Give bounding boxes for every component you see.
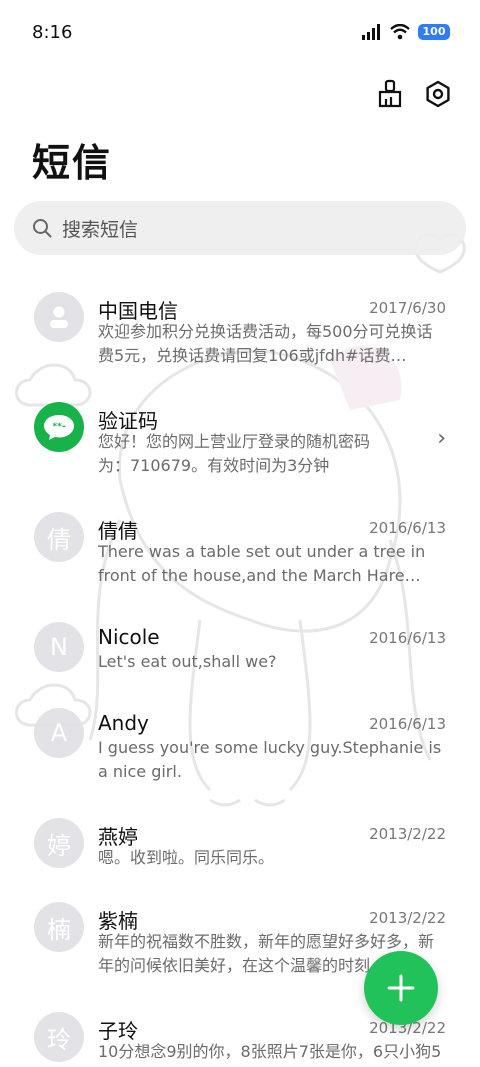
conversation-row[interactable]: A Andy 2016/6/13 I guess you're some luc…: [0, 698, 480, 798]
message-preview: 欢迎参加积分兑换话费活动，每500分可兑换话费5元，兑换话费请回复106或jfd…: [98, 322, 433, 365]
signal-icon: [362, 24, 380, 40]
message-date: 2013/2/22: [369, 825, 446, 843]
search-bar[interactable]: 搜索短信: [14, 201, 466, 255]
avatar: A: [34, 708, 84, 758]
message-date: 2017/6/30: [369, 299, 446, 317]
page-title: 短信: [32, 141, 113, 185]
status-bar: 8:16 100: [0, 0, 480, 68]
top-actions: [374, 76, 454, 112]
broom-icon: [378, 79, 402, 108]
conversation-row[interactable]: 倩 倩倩 2016/6/13 There was a table set out…: [0, 502, 480, 602]
message-preview: I guess you're some lucky guy.Stephanie …: [98, 738, 442, 781]
message-date: 2016/6/13: [369, 629, 446, 647]
conversation-row[interactable]: N Nicole 2016/6/13 Let's eat out,shall w…: [0, 612, 480, 688]
avatar: 倩: [34, 512, 84, 562]
person-icon: [50, 306, 68, 328]
avatar: 楠: [34, 902, 84, 952]
message-preview: 10分想念9别的你，8张照片7张是你，6只小狗5只像你，4根骨头3根归你，2爪着…: [98, 1042, 442, 1067]
search-icon: [33, 219, 52, 238]
message-preview: 您好！您的网上营业厅登录的随机密码为：710679。有效时间为3分钟: [98, 432, 371, 475]
chevron-right-icon[interactable]: ›: [437, 426, 446, 451]
message-date: 2013/2/22: [369, 909, 446, 927]
wifi-icon: [390, 24, 410, 40]
new-message-button[interactable]: [364, 951, 438, 1025]
message-date: 2016/6/13: [369, 715, 446, 733]
conversation-row[interactable]: **- 验证码 您好！您的网上营业厅登录的随机密码为：710679。有效时间为3…: [0, 392, 480, 492]
conversation-row[interactable]: 婷 燕婷 2013/2/22 嗯。收到啦。同乐同乐。: [0, 808, 480, 888]
avatar: **-: [34, 402, 84, 452]
clean-button[interactable]: [374, 76, 406, 112]
status-icons: 100: [362, 24, 450, 40]
contact-name: Nicole: [98, 625, 160, 649]
search-input[interactable]: 搜索短信: [62, 215, 138, 242]
settings-button[interactable]: [422, 76, 454, 112]
avatar: [34, 292, 84, 342]
conversation-row[interactable]: 中国电信 2017/6/30 欢迎参加积分兑换话费活动，每500分可兑换话费5元…: [0, 282, 480, 382]
avatar: 玲: [34, 1012, 84, 1062]
avatar: N: [34, 622, 84, 672]
plus-icon: [387, 974, 415, 1002]
status-time: 8:16: [32, 22, 73, 43]
message-preview: Let's eat out,shall we?: [98, 652, 277, 671]
message-date: 2016/6/13: [369, 519, 446, 537]
battery-icon: 100: [418, 24, 450, 40]
gear-icon: [426, 80, 450, 108]
contact-name: Andy: [98, 711, 149, 735]
message-preview: There was a table set out under a tree i…: [98, 542, 426, 585]
avatar: 婷: [34, 818, 84, 868]
message-preview: 嗯。收到啦。同乐同乐。: [98, 848, 275, 867]
chat-bubble-icon: **-: [44, 415, 74, 440]
avatar-text: **-: [52, 422, 65, 432]
